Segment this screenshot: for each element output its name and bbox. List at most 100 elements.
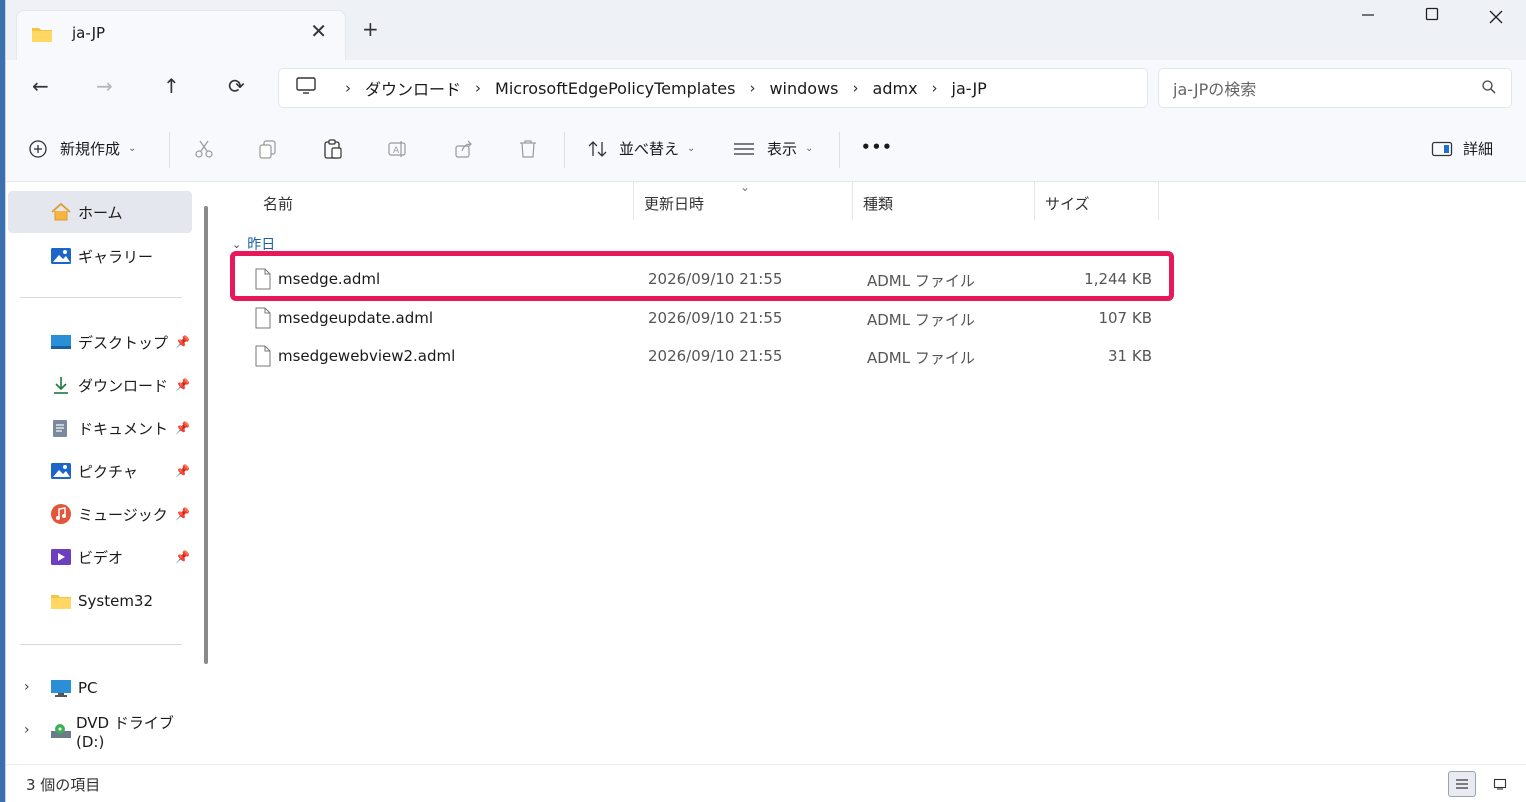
file-date: 2026/09/10 21:55 bbox=[648, 347, 783, 365]
sidebar-item-system32[interactable]: System32 bbox=[8, 581, 192, 621]
back-icon[interactable]: ← bbox=[32, 74, 49, 98]
paste-icon[interactable] bbox=[322, 138, 344, 164]
breadcrumb-downloads[interactable]: ダウンロード bbox=[365, 76, 461, 100]
sidebar-item-music[interactable]: ミュージック 📌 bbox=[8, 494, 192, 534]
file-type: ADML ファイル bbox=[867, 349, 975, 367]
chevron-right-icon[interactable]: › bbox=[345, 79, 351, 97]
chevron-right-icon[interactable]: › bbox=[932, 79, 938, 97]
share-icon[interactable] bbox=[453, 138, 475, 164]
forward-icon[interactable]: → bbox=[96, 74, 113, 98]
gallery-icon bbox=[50, 246, 74, 266]
search-icon[interactable] bbox=[1481, 79, 1497, 99]
address-bar[interactable]: › ダウンロード › MicrosoftEdgePolicyTemplates … bbox=[278, 68, 1148, 108]
sidebar-item-label: ダウンロード bbox=[78, 376, 169, 395]
details-view-icon bbox=[1455, 778, 1469, 790]
view-button[interactable]: 表示 ⌄ bbox=[733, 138, 813, 159]
column-header-size[interactable]: サイズ bbox=[1045, 193, 1090, 214]
sidebar-item-label: デスクトップ bbox=[78, 333, 169, 352]
video-icon bbox=[50, 547, 74, 567]
new-label: 新規作成 bbox=[60, 140, 121, 158]
breadcrumb-edge-templates[interactable]: MicrosoftEdgePolicyTemplates bbox=[495, 79, 735, 98]
dvd-drive-icon bbox=[50, 721, 72, 741]
tab-title: ja-JP bbox=[72, 24, 106, 42]
sidebar-item-label: ドキュメント bbox=[78, 419, 169, 438]
file-icon bbox=[254, 307, 272, 333]
file-size: 1,244 KB bbox=[1084, 270, 1152, 288]
breadcrumb-admx[interactable]: admx bbox=[873, 79, 918, 98]
tab-ja-jp[interactable]: ja-JP ✕ bbox=[16, 10, 346, 60]
cut-icon[interactable] bbox=[193, 138, 215, 164]
pin-icon[interactable]: 📌 bbox=[175, 550, 190, 564]
file-type: ADML ファイル bbox=[867, 311, 975, 329]
sidebar-item-dvd[interactable]: DVD ドライブ (D:) bbox=[8, 711, 192, 751]
up-icon[interactable]: ↑ bbox=[163, 74, 180, 98]
maximize-icon[interactable] bbox=[1424, 6, 1440, 27]
breadcrumb-windows[interactable]: windows bbox=[769, 79, 838, 98]
sidebar-item-label: ミュージック bbox=[78, 505, 168, 524]
details-pane-icon bbox=[1431, 140, 1453, 158]
minimize-icon[interactable] bbox=[1360, 6, 1376, 27]
folder-icon bbox=[50, 592, 74, 610]
details-view-button[interactable] bbox=[1448, 771, 1476, 797]
copy-icon[interactable] bbox=[257, 138, 279, 164]
file-icon bbox=[254, 345, 272, 371]
picture-icon bbox=[50, 461, 74, 481]
sidebar-item-gallery[interactable]: ギャラリー bbox=[8, 236, 192, 276]
file-size: 31 KB bbox=[1108, 347, 1152, 365]
chevron-right-icon[interactable]: › bbox=[749, 79, 755, 97]
search-input[interactable] bbox=[1173, 78, 1453, 100]
sidebar-scrollbar[interactable] bbox=[204, 206, 208, 664]
new-tab-button[interactable]: + bbox=[362, 17, 379, 41]
sidebar-item-label: DVD ドライブ (D:) bbox=[76, 713, 174, 751]
sidebar-item-label: PC bbox=[78, 679, 98, 697]
details-pane-button[interactable]: 詳細 bbox=[1431, 138, 1493, 159]
plus-circle-icon bbox=[28, 139, 48, 159]
sidebar-item-label: System32 bbox=[78, 592, 154, 610]
group-header-yesterday[interactable]: ⌄ 昨日 bbox=[232, 234, 275, 254]
close-tab-icon[interactable]: ✕ bbox=[310, 19, 327, 43]
refresh-icon[interactable]: ⟳ bbox=[228, 74, 245, 98]
column-header-name[interactable]: 名前 bbox=[263, 193, 293, 214]
pin-icon[interactable]: 📌 bbox=[175, 507, 190, 521]
rename-icon[interactable]: A bbox=[387, 138, 409, 164]
sidebar-item-pictures[interactable]: ピクチャ 📌 bbox=[8, 451, 192, 491]
music-icon bbox=[50, 503, 74, 525]
pin-icon[interactable]: 📌 bbox=[175, 378, 190, 392]
tiles-view-icon bbox=[1493, 778, 1507, 790]
file-row-msedge[interactable]: msedge.adml 2026/09/10 21:55 ADML ファイル 1… bbox=[238, 262, 1178, 298]
computer-icon[interactable] bbox=[295, 76, 317, 100]
pin-icon[interactable]: 📌 bbox=[175, 464, 190, 478]
close-window-icon[interactable] bbox=[1488, 6, 1504, 30]
column-header-date[interactable]: 更新日時 bbox=[644, 193, 704, 214]
more-options-button[interactable]: ••• bbox=[861, 138, 893, 156]
search-box bbox=[1158, 68, 1512, 108]
pin-icon[interactable]: 📌 bbox=[175, 421, 190, 435]
svg-text:A: A bbox=[393, 146, 400, 156]
tiles-view-button[interactable] bbox=[1486, 771, 1514, 797]
sidebar-item-desktop[interactable]: デスクトップ 📌 bbox=[8, 322, 192, 362]
new-button[interactable]: 新規作成 ⌄ bbox=[28, 138, 136, 159]
column-header-type[interactable]: 種類 bbox=[863, 193, 893, 214]
pin-icon[interactable]: 📌 bbox=[175, 335, 190, 349]
file-explorer-window: ja-JP ✕ + ← → ↑ ⟳ › ダウンロード › MicrosoftEd… bbox=[5, 0, 1526, 802]
navigation-pane: ホーム ギャラリー デスクトップ 📌 ダウンロード 📌 ドキュメント 📌 ピクチ… bbox=[6, 182, 216, 764]
sidebar-item-documents[interactable]: ドキュメント 📌 bbox=[8, 408, 192, 448]
file-row-msedgeupdate[interactable]: msedgeupdate.adml 2026/09/10 21:55 ADML … bbox=[238, 301, 1178, 337]
file-row-msedgewebview2[interactable]: msedgewebview2.adml 2026/09/10 21:55 ADM… bbox=[238, 339, 1178, 375]
sidebar-item-home[interactable]: ホーム bbox=[8, 191, 192, 233]
file-list: 名前 ⌄ 更新日時 種類 サイズ ⌄ 昨日 msedge.adml 2026/0… bbox=[218, 180, 1526, 764]
document-icon bbox=[50, 418, 74, 438]
chevron-right-icon[interactable]: › bbox=[853, 79, 859, 97]
sort-descending-icon: ⌄ bbox=[740, 180, 751, 194]
details-label: 詳細 bbox=[1463, 140, 1494, 158]
view-label: 表示 bbox=[767, 140, 798, 158]
delete-icon[interactable] bbox=[517, 138, 539, 164]
file-size: 107 KB bbox=[1098, 309, 1152, 327]
sidebar-item-downloads[interactable]: ダウンロード 📌 bbox=[8, 365, 192, 405]
chevron-right-icon[interactable]: › bbox=[475, 79, 481, 97]
sort-button[interactable]: 並べ替え ⌄ bbox=[587, 138, 695, 159]
sidebar-item-videos[interactable]: ビデオ 📌 bbox=[8, 537, 192, 577]
breadcrumb-ja-jp[interactable]: ja-JP bbox=[952, 79, 987, 98]
sidebar-item-pc[interactable]: PC bbox=[8, 668, 192, 708]
download-icon bbox=[50, 375, 74, 395]
